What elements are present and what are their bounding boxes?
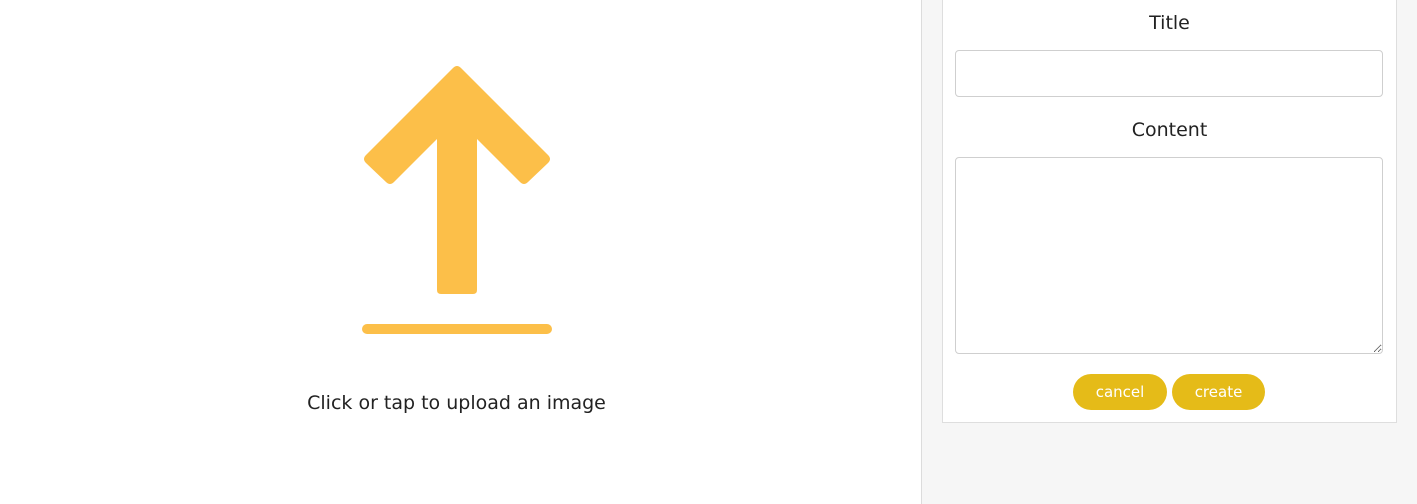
create-button[interactable]: create [1172,374,1265,410]
content-label: Content [1131,119,1208,141]
upload-caption: Click or tap to upload an image [307,392,606,414]
post-editor: Click or tap to upload an image Title Co… [0,0,1417,504]
post-form: Title Content cancel create [942,0,1397,423]
cancel-button[interactable]: cancel [1073,374,1167,410]
image-upload-area[interactable]: Click or tap to upload an image [0,0,921,504]
content-textarea[interactable] [955,157,1383,354]
upload-arrow-icon [362,66,552,334]
title-input[interactable] [955,50,1383,97]
side-panel: Title Content cancel create [921,0,1417,504]
title-label: Title [1149,12,1190,34]
